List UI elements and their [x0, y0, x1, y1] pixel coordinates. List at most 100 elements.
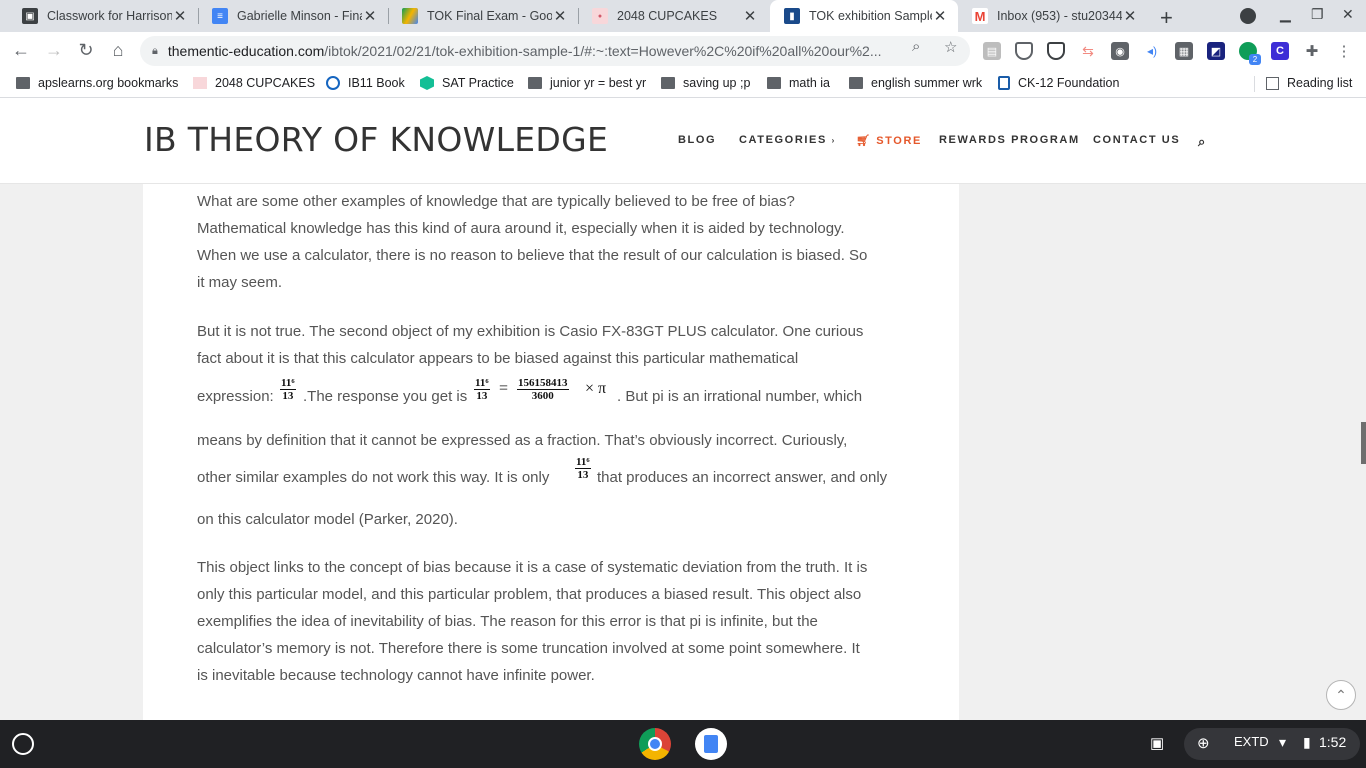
tab-title: Gabrielle Minson - Fina: [237, 9, 362, 23]
bookmark-saving-up[interactable]: saving up ;p: [661, 76, 750, 90]
close-icon[interactable]: ✕: [1122, 7, 1138, 25]
bookmark-ck12[interactable]: CK-12 Foundation: [998, 76, 1119, 90]
tab-classwork[interactable]: ▣ Classwork for Harrison ✕: [8, 0, 198, 32]
minimize-icon[interactable]: ▁: [1280, 6, 1291, 23]
nav-categories-label: CATEGORIES: [739, 134, 827, 146]
close-icon[interactable]: ✕: [552, 7, 568, 25]
classroom-icon: ▣: [22, 8, 38, 24]
cupcake-icon: [193, 77, 207, 89]
extension-badge: 2: [1249, 54, 1261, 65]
paragraph-2-line: on this calculator model (Parker, 2020).: [197, 511, 458, 528]
fraction-11-pow-6-over-13: 11⁶ 13: [474, 377, 490, 402]
site-header: IB THEORY OF KNOWLEDGE BLOG CATEGORIES ›…: [0, 98, 1366, 184]
extension-dark-icon[interactable]: ◩: [1207, 42, 1225, 60]
url-text[interactable]: thementic-education.com/ibtok/2021/02/21…: [168, 43, 888, 59]
tab-tok-final-exam[interactable]: TOK Final Exam - Goog ✕: [388, 0, 578, 32]
bookmark-sat-practice[interactable]: SAT Practice: [420, 76, 514, 90]
nav-store-label: STORE: [876, 135, 922, 147]
shield-check-icon[interactable]: [1047, 42, 1065, 60]
zoom-icon[interactable]: ⌕: [912, 38, 920, 55]
capture-icon[interactable]: ⊕: [1197, 734, 1210, 752]
os-shelf: ▣ ⊕ EXTD ▾ ▮ 1:52: [0, 720, 1366, 768]
bookmark-math-ia[interactable]: math ia: [767, 76, 830, 90]
nav-store[interactable]: 🛒︎ STORE: [856, 134, 922, 147]
screenshot-icon[interactable]: ◉: [1111, 42, 1129, 60]
khan-icon: [420, 76, 434, 90]
bookmark-label: 2048 CUPCAKES: [215, 76, 316, 90]
tab-title: Classwork for Harrison: [47, 9, 172, 23]
folder-icon: [849, 77, 863, 89]
bookmark-junior-yr[interactable]: junior yr = best yr: [528, 76, 646, 90]
nav-categories[interactable]: CATEGORIES ›: [739, 134, 836, 146]
bookmark-label: apslearns.org bookmarks: [38, 76, 179, 90]
paragraph-1-line: What are some other examples of knowledg…: [197, 193, 795, 210]
extension-grid-icon[interactable]: ▦: [1175, 42, 1193, 60]
forward-icon[interactable]: →: [43, 40, 65, 61]
bookmark-apslearns[interactable]: apslearns.org bookmarks: [16, 76, 178, 90]
extension-c-icon[interactable]: C: [1271, 42, 1289, 60]
fraction-denominator: 13: [282, 390, 294, 402]
fraction-denominator: 13: [476, 390, 488, 402]
extension-1-icon[interactable]: ▤: [983, 42, 1001, 60]
reading-list-icon: [1266, 76, 1279, 90]
tote-icon[interactable]: ▣: [1150, 734, 1164, 752]
back-icon[interactable]: ←: [10, 40, 32, 61]
nav-rewards[interactable]: REWARDS PROGRAM: [939, 134, 1080, 146]
browser-toolbar: ← → ↻ ⌂ 🔒︎ thementic-education.com/ibtok…: [0, 32, 1366, 70]
home-icon[interactable]: ⌂: [107, 40, 129, 61]
url-path: /ibtok/2021/02/21/tok-exhibition-sample-…: [324, 43, 882, 59]
cupcake-icon: ●: [592, 8, 608, 24]
fraction-11-pow-6-over-13: 11⁶ 13: [280, 377, 296, 402]
scroll-to-top-button[interactable]: ⌃: [1326, 680, 1356, 710]
paragraph-3-line: exemplifies the idea of inevitability of…: [197, 613, 818, 630]
battery-icon: ▮: [1303, 734, 1311, 750]
restore-icon[interactable]: ❐: [1311, 6, 1324, 23]
fraction-numerator: 11⁶: [575, 456, 591, 469]
reading-list-button[interactable]: Reading list: [1266, 76, 1352, 90]
drive-icon: [402, 8, 418, 24]
clock[interactable]: 1:52: [1319, 734, 1346, 750]
extension-share-icon[interactable]: ⇆: [1079, 42, 1097, 60]
close-window-icon[interactable]: ✕: [1342, 6, 1354, 23]
bookmark-label: IB11 Book: [348, 76, 405, 90]
reading-list-label: Reading list: [1287, 76, 1353, 90]
input-method-label[interactable]: EXTD: [1234, 734, 1269, 749]
bookmark-2048-cupcakes[interactable]: 2048 CUPCAKES: [193, 76, 315, 90]
extensions-puzzle-icon[interactable]: ✚: [1303, 42, 1321, 60]
scrollbar-thumb[interactable]: [1361, 422, 1366, 464]
reload-icon[interactable]: ↻: [75, 40, 97, 61]
edge-icon: [326, 76, 340, 90]
paragraph-2-line: means by definition that it cannot be ex…: [197, 432, 848, 449]
new-tab-button[interactable]: +: [1160, 5, 1173, 31]
bookmark-label: CK-12 Foundation: [1018, 76, 1120, 90]
menu-kebab-icon[interactable]: ⋮: [1335, 42, 1353, 60]
folder-icon: [661, 77, 675, 89]
tab-gabrielle-minson[interactable]: ≡ Gabrielle Minson - Fina ✕: [198, 0, 388, 32]
close-icon[interactable]: ✕: [362, 7, 378, 25]
search-icon[interactable]: ⌕: [1198, 134, 1207, 150]
tab-2048-cupcakes[interactable]: ● 2048 CUPCAKES ✕: [578, 0, 768, 32]
shield-icon[interactable]: [1015, 42, 1033, 60]
nav-contact[interactable]: CONTACT US: [1093, 134, 1180, 146]
docs-app-icon[interactable]: [695, 728, 727, 760]
address-bar[interactable]: 🔒︎ thementic-education.com/ibtok/2021/02…: [140, 36, 970, 66]
bookmark-label: saving up ;p: [683, 76, 751, 90]
tab-inbox[interactable]: M Inbox (953) - stu20344 ✕: [958, 0, 1148, 32]
bookmark-ib11-book[interactable]: IB11 Book: [326, 76, 405, 90]
tab-search-icon[interactable]: [1240, 8, 1256, 24]
close-icon[interactable]: ✕: [932, 7, 948, 25]
site-title[interactable]: IB THEORY OF KNOWLEDGE: [144, 120, 608, 159]
article-body: What are some other examples of knowledg…: [143, 184, 959, 720]
audio-icon[interactable]: ◂): [1143, 42, 1161, 60]
chrome-icon[interactable]: [639, 728, 671, 760]
nav-blog[interactable]: BLOG: [678, 134, 716, 146]
tab-title: Inbox (953) - stu20344: [997, 9, 1122, 23]
close-icon[interactable]: ✕: [742, 7, 758, 25]
launcher-icon[interactable]: [12, 733, 34, 755]
tab-strip: ▣ Classwork for Harrison ✕ ≡ Gabrielle M…: [0, 0, 1366, 32]
close-icon[interactable]: ✕: [172, 7, 188, 25]
tab-tok-exhibition[interactable]: ▮ TOK exhibition Sample ✕: [770, 0, 958, 32]
paragraph-2-line: fact about it is that this calculator ap…: [197, 350, 799, 367]
bookmark-star-icon[interactable]: ☆: [944, 38, 957, 56]
bookmark-english-summer[interactable]: english summer wrk: [849, 76, 982, 90]
